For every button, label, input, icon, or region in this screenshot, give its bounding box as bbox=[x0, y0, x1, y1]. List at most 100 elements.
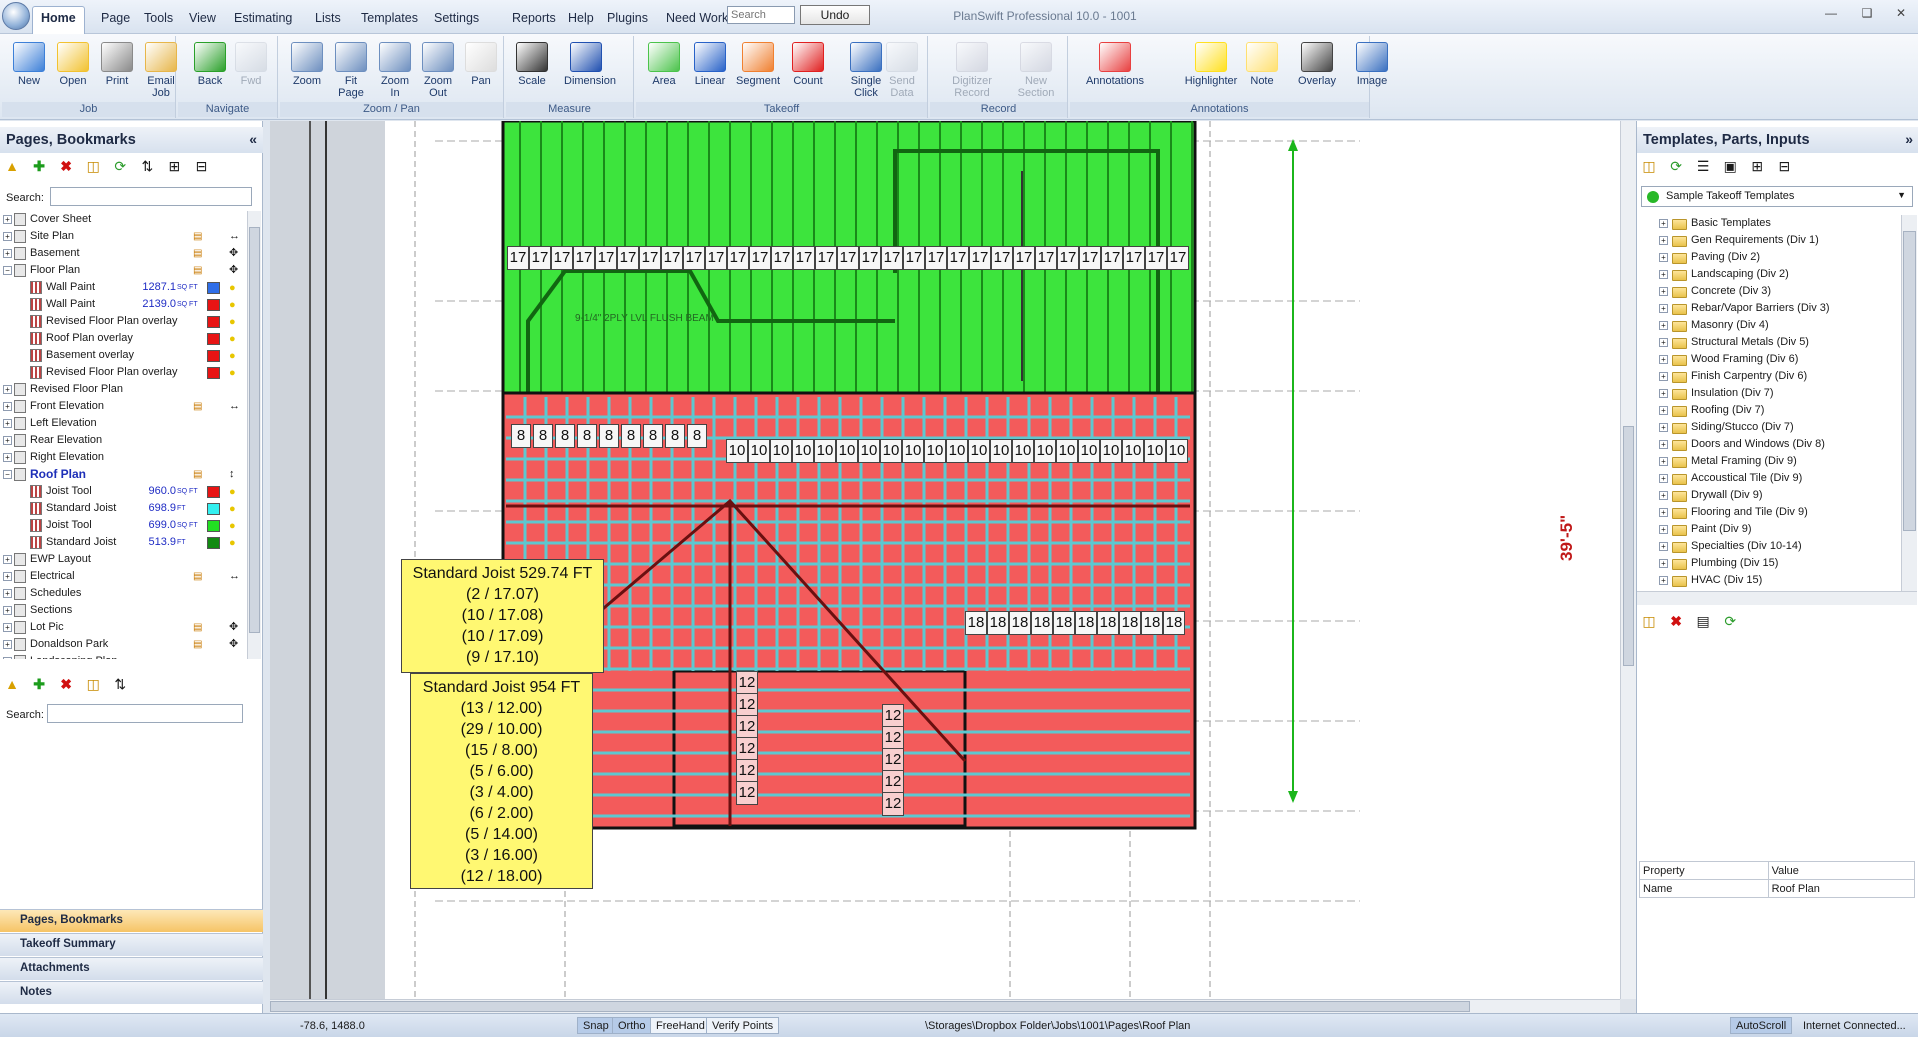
joist-count-label[interactable]: 10 bbox=[968, 439, 990, 463]
visibility-bulb-icon[interactable]: ● bbox=[229, 314, 236, 331]
menu-tab-tools[interactable]: Tools bbox=[136, 7, 181, 29]
joist-count-label[interactable]: 12 bbox=[882, 748, 904, 772]
page-tree-item[interactable]: Basement overlay ● bbox=[0, 347, 247, 364]
joist-count-label[interactable]: 18 bbox=[1097, 611, 1119, 635]
joist-count-label[interactable]: 8 bbox=[555, 424, 575, 448]
expand-toggle-icon[interactable]: + bbox=[1659, 372, 1668, 381]
page-tree-item[interactable]: Standard Joist 698.9 FT ● bbox=[0, 500, 247, 517]
expand-toggle-icon[interactable]: + bbox=[3, 249, 12, 258]
joist-count-label[interactable]: 10 bbox=[1144, 439, 1166, 463]
linear-button[interactable]: Linear bbox=[688, 40, 732, 104]
joist-count-label[interactable]: 10 bbox=[880, 439, 902, 463]
page-tree-item[interactable]: + Basement ▤ ✥ bbox=[0, 245, 247, 262]
joist-count-label[interactable]: 8 bbox=[599, 424, 619, 448]
joist-count-label[interactable]: 12 bbox=[736, 671, 758, 695]
joist-count-label[interactable]: 17 bbox=[529, 246, 551, 270]
sort-icon[interactable]: ▲ bbox=[4, 676, 20, 692]
minimize-icon[interactable]: — bbox=[1820, 6, 1842, 24]
visibility-bulb-icon[interactable]: ● bbox=[229, 331, 236, 348]
joist-count-label[interactable]: 17 bbox=[815, 246, 837, 270]
move-icon[interactable]: ⇅ bbox=[139, 158, 155, 174]
page-tree-item[interactable]: + Cover Sheet bbox=[0, 211, 247, 228]
folder-icon[interactable]: ◫ bbox=[85, 676, 101, 692]
close-icon[interactable]: ✕ bbox=[1890, 6, 1912, 24]
page-tree-item[interactable]: Wall Paint 1287.1 SQ FT ● bbox=[0, 279, 247, 296]
expand-toggle-icon[interactable]: + bbox=[1659, 355, 1668, 364]
joist-count-label[interactable]: 18 bbox=[1141, 611, 1163, 635]
page-tree-item[interactable]: Revised Floor Plan overlay ● bbox=[0, 313, 247, 330]
note-button[interactable]: Note bbox=[1240, 40, 1284, 104]
page-tree-item[interactable]: Wall Paint 2139.0 SQ FT ● bbox=[0, 296, 247, 313]
joist-count-label[interactable]: 10 bbox=[814, 439, 836, 463]
page-tree-item[interactable]: Joist Tool 960.0 SQ FT ● bbox=[0, 483, 247, 500]
property-value[interactable]: Roof Plan bbox=[1767, 879, 1916, 898]
print-button[interactable]: Print bbox=[95, 40, 139, 104]
expand-toggle-icon[interactable]: + bbox=[1659, 542, 1668, 551]
email-job-button[interactable]: Email Job bbox=[139, 40, 183, 104]
expand-toggle-icon[interactable]: + bbox=[1659, 474, 1668, 483]
joist-count-label[interactable]: 18 bbox=[1075, 611, 1097, 635]
copy-icon[interactable]: ☰ bbox=[1695, 158, 1711, 174]
page-tree-item[interactable]: + Front Elevation ▤ ↔ bbox=[0, 398, 247, 415]
collapse-left-icon[interactable]: « bbox=[249, 131, 257, 147]
color-swatch[interactable] bbox=[207, 503, 220, 515]
page-tree-item[interactable]: Revised Floor Plan overlay ● bbox=[0, 364, 247, 381]
menu-tab-help[interactable]: Help bbox=[560, 7, 602, 29]
joist-count-label[interactable]: 8 bbox=[577, 424, 597, 448]
joist-count-label[interactable]: 12 bbox=[736, 715, 758, 739]
expand-toggle-icon[interactable]: + bbox=[1659, 525, 1668, 534]
joist-count-label[interactable]: 12 bbox=[882, 704, 904, 728]
new-button[interactable]: New bbox=[7, 40, 51, 104]
joist-count-label[interactable]: 17 bbox=[661, 246, 683, 270]
page-tree-item[interactable]: + Landscaping Plan bbox=[0, 653, 247, 659]
expand-toggle-icon[interactable]: + bbox=[3, 623, 12, 632]
scale-button[interactable]: Scale bbox=[510, 40, 554, 104]
image-button[interactable]: Image bbox=[1350, 40, 1394, 104]
joist-count-label[interactable]: 8 bbox=[533, 424, 553, 448]
templates-hscroll[interactable] bbox=[1637, 591, 1917, 605]
joist-count-label[interactable]: 10 bbox=[748, 439, 770, 463]
joist-count-label[interactable]: 10 bbox=[1100, 439, 1122, 463]
delete-icon[interactable]: ✖ bbox=[1668, 613, 1684, 629]
joist-count-label[interactable]: 17 bbox=[507, 246, 529, 270]
fit-page-button[interactable]: Fit Page bbox=[329, 40, 373, 104]
maximize-icon[interactable]: ❑ bbox=[1856, 6, 1878, 24]
joist-count-label[interactable]: 17 bbox=[1013, 246, 1035, 270]
refresh-icon[interactable]: ⟳ bbox=[1668, 158, 1684, 174]
expand-toggle-icon[interactable]: + bbox=[1659, 389, 1668, 398]
visibility-bulb-icon[interactable]: ● bbox=[229, 484, 236, 501]
joist-count-label[interactable]: 10 bbox=[1056, 439, 1078, 463]
menu-tab-estimating[interactable]: Estimating bbox=[226, 7, 300, 29]
joist-count-label[interactable]: 17 bbox=[573, 246, 595, 270]
canvas-hscroll[interactable] bbox=[270, 999, 1620, 1013]
menu-tab-settings[interactable]: Settings bbox=[426, 7, 487, 29]
joist-count-label[interactable]: 12 bbox=[736, 737, 758, 761]
open-button[interactable]: Open bbox=[51, 40, 95, 104]
joist-count-label[interactable]: 10 bbox=[726, 439, 748, 463]
joist-count-label[interactable]: 8 bbox=[621, 424, 641, 448]
page-tree-item[interactable]: Roof Plan overlay ● bbox=[0, 330, 247, 347]
joist-count-label[interactable]: 18 bbox=[1053, 611, 1075, 635]
page-tree-item[interactable]: + Revised Floor Plan bbox=[0, 381, 247, 398]
page-tree-item[interactable]: − Roof Plan ▤ ↕ bbox=[0, 466, 247, 483]
joist-count-label[interactable]: 12 bbox=[736, 759, 758, 783]
joist-count-label[interactable]: 10 bbox=[1122, 439, 1144, 463]
joist-count-label[interactable]: 10 bbox=[946, 439, 968, 463]
menu-tab-lists[interactable]: Lists bbox=[307, 7, 349, 29]
page-tree-item[interactable]: + EWP Layout bbox=[0, 551, 247, 568]
joist-count-label[interactable]: 10 bbox=[990, 439, 1012, 463]
expand-toggle-icon[interactable]: + bbox=[1659, 253, 1668, 262]
delete-icon[interactable]: ✖ bbox=[58, 158, 74, 174]
joist-count-label[interactable]: 10 bbox=[1034, 439, 1056, 463]
joist-count-label[interactable]: 17 bbox=[1123, 246, 1145, 270]
open-template-icon[interactable]: ◫ bbox=[1641, 158, 1657, 174]
folder-icon[interactable]: ◫ bbox=[1641, 613, 1657, 629]
joist-count-label[interactable]: 17 bbox=[771, 246, 793, 270]
joist-count-label[interactable]: 17 bbox=[1079, 246, 1101, 270]
page-tree-item[interactable]: + Right Elevation bbox=[0, 449, 247, 466]
expand-toggle-icon[interactable]: + bbox=[1659, 270, 1668, 279]
expand-toggle-icon[interactable]: + bbox=[3, 436, 12, 445]
callout-standard-joist-1[interactable]: Standard Joist 529.74 FT (2 / 17.07) (10 /… bbox=[401, 559, 604, 673]
joist-count-label[interactable]: 10 bbox=[836, 439, 858, 463]
joist-count-label[interactable]: 18 bbox=[1119, 611, 1141, 635]
